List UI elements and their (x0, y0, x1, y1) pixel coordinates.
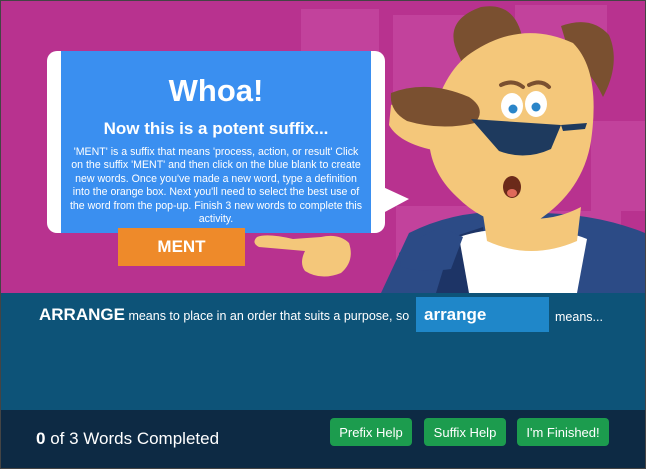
progress-label: of 3 Words Completed (50, 429, 220, 448)
im-finished-button[interactable]: I'm Finished! (517, 418, 609, 446)
speech-bubble: Whoa! Now this is a potent suffix... 'ME… (47, 51, 385, 233)
prefix-help-button[interactable]: Prefix Help (330, 418, 412, 446)
definition-sentence: ARRANGE means to place in an order that … (39, 305, 409, 325)
bubble-instructions: 'MENT' is a suffix that means 'process, … (69, 146, 363, 226)
speech-bubble-tail (383, 187, 409, 213)
activity-window: Whoa! Now this is a potent suffix... 'ME… (0, 0, 646, 469)
speech-bubble-panel: Whoa! Now this is a potent suffix... 'ME… (61, 51, 371, 233)
root-definition: means to place in an order that suits a … (128, 309, 410, 323)
suffix-ment-button[interactable]: MENT (118, 228, 245, 266)
means-trailing-text: means... (555, 310, 603, 324)
suffix-help-button[interactable]: Suffix Help (424, 418, 506, 446)
word-blank-box[interactable]: arrange (416, 297, 549, 332)
root-word: ARRANGE (39, 305, 125, 324)
completed-count: 0 (36, 429, 46, 448)
bubble-title: Whoa! (168, 73, 264, 108)
bubble-subtitle: Now this is a potent suffix... (103, 119, 329, 138)
character-scene: Whoa! Now this is a potent suffix... 'ME… (1, 1, 645, 293)
progress-counter: 0 of 3 Words Completed (36, 429, 219, 449)
